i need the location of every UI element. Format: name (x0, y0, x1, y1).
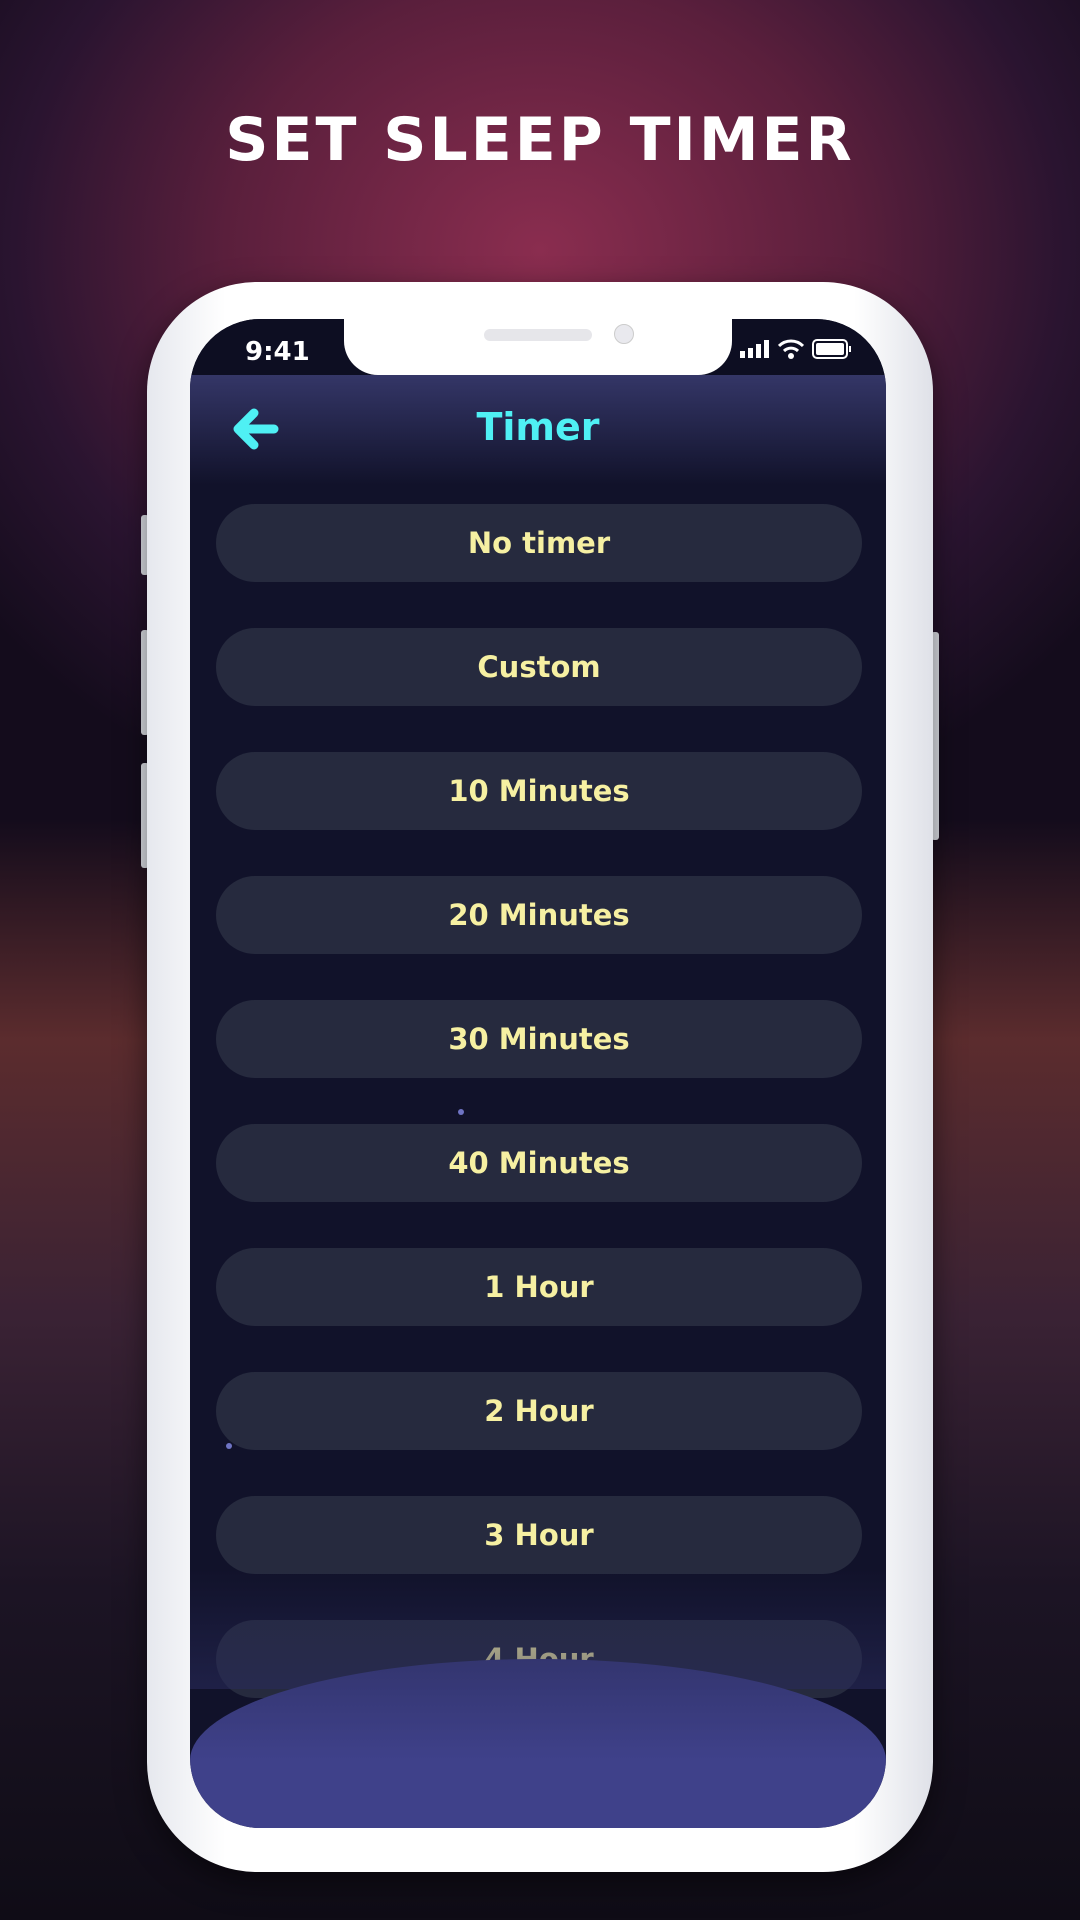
timer-option-label: No timer (467, 526, 611, 560)
timer-option[interactable]: 30 Minutes (216, 1000, 862, 1078)
timer-option-label: 30 Minutes (448, 1022, 630, 1056)
timer-option-label: 1 Hour (484, 1270, 594, 1304)
timer-option-label: 10 Minutes (448, 774, 630, 808)
timer-option[interactable]: No timer (216, 504, 862, 582)
page-title: Timer (476, 405, 600, 449)
timer-option[interactable]: 10 Minutes (216, 752, 862, 830)
wifi-icon (778, 339, 804, 359)
headline: SET SLEEP TIMER (225, 105, 855, 175)
timer-option[interactable]: 1 Hour (216, 1248, 862, 1326)
timer-option[interactable]: 20 Minutes (216, 876, 862, 954)
timer-option[interactable]: 2 Hour (216, 1372, 862, 1450)
timer-option-label: 40 Minutes (448, 1146, 630, 1180)
phone-screen: 9:41 Timer No timer Custom 10 Minutes 20 Mi… (190, 319, 886, 1828)
status-time: 9:41 (245, 337, 310, 367)
notch (344, 319, 732, 375)
signal-icon (740, 340, 769, 358)
timer-option-label: 20 Minutes (448, 898, 630, 932)
timer-option-label: 3 Hour (484, 1518, 594, 1552)
timer-option-label: Custom (477, 650, 601, 684)
timer-option[interactable]: Custom (216, 628, 862, 706)
timer-option[interactable]: 40 Minutes (216, 1124, 862, 1202)
timer-option-label: 2 Hour (484, 1394, 594, 1428)
battery-icon (812, 339, 851, 359)
timer-option[interactable]: 3 Hour (216, 1496, 862, 1574)
app-header: Timer (190, 375, 886, 485)
